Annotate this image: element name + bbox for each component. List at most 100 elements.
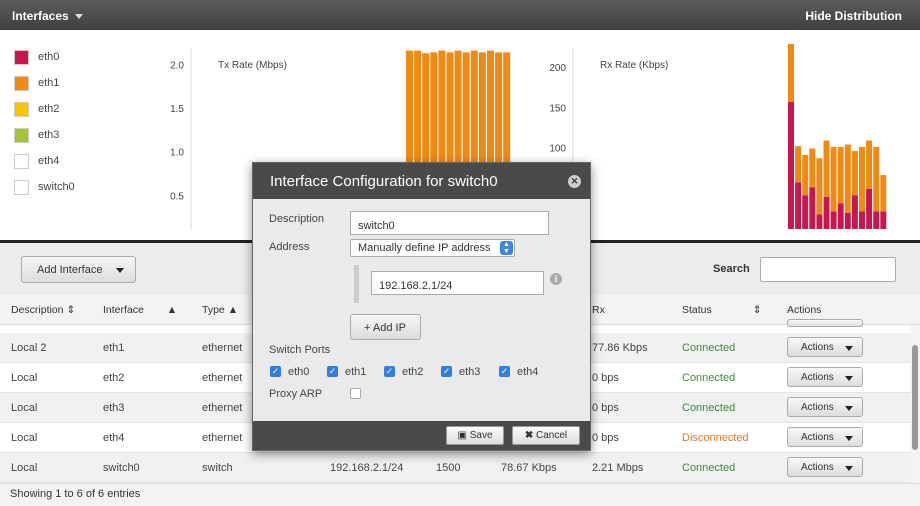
actions-button[interactable]: Actions <box>787 367 863 387</box>
cell-interface: eth4 <box>103 432 125 444</box>
ip-address-field[interactable] <box>371 271 544 295</box>
cell-description: Local <box>11 462 38 474</box>
bar-eth0 <box>830 211 837 229</box>
bar-eth1 <box>859 146 865 212</box>
actions-button[interactable] <box>787 319 863 327</box>
bar-eth1 <box>795 146 802 183</box>
col-type[interactable]: Type ▲ <box>202 304 238 316</box>
col-rx[interactable]: Rx <box>592 304 605 316</box>
actions-button[interactable]: Actions <box>787 457 863 477</box>
chevron-down-icon <box>845 436 853 441</box>
sort-asc-icon: ▲ <box>227 304 239 316</box>
add-ip-label: Add IP <box>372 322 406 334</box>
description-field[interactable] <box>350 211 549 235</box>
add-ip-button[interactable]: + Add IP <box>350 314 421 340</box>
y-tick-label: 1.0 <box>170 148 184 159</box>
proxy-arp-checkbox[interactable] <box>350 388 361 399</box>
bar-eth0 <box>809 187 816 229</box>
cell-rx: 2.21 Mbps <box>592 462 644 474</box>
add-interface-label: Add Interface <box>37 264 103 276</box>
cell-type: ethernet <box>202 432 243 444</box>
y-tick-label: 2.0 <box>170 60 184 71</box>
bar-eth1 <box>880 175 887 212</box>
col-description[interactable]: Description ⇕ <box>11 304 75 316</box>
col-type-label: Type <box>202 304 225 316</box>
cell-status: Connected <box>682 462 736 474</box>
actions-button[interactable]: Actions <box>787 337 863 357</box>
info-icon[interactable]: i <box>550 273 562 285</box>
actions-label: Actions <box>801 402 834 413</box>
bar-eth1 <box>823 140 830 197</box>
actions-label: Actions <box>801 432 834 443</box>
bar-eth1 <box>788 43 794 102</box>
y-tick-label: 200 <box>549 63 566 74</box>
search-label: Search <box>713 263 750 275</box>
col-rx-label: Rx <box>592 304 605 316</box>
save-button[interactable]: ▣ Save <box>446 426 504 445</box>
cell-description: Local <box>11 372 38 384</box>
hide-distribution-link[interactable]: Hide Distribution <box>805 9 902 23</box>
port-label: eth4 <box>517 366 539 378</box>
actions-label: Actions <box>801 342 834 353</box>
proxy-arp-label: Proxy ARP <box>269 388 323 400</box>
col-status-label: Status <box>682 304 712 316</box>
bar-eth0 <box>859 211 865 229</box>
chevron-down-icon <box>74 14 83 20</box>
cell-status: Connected <box>682 342 736 354</box>
bar-eth1 <box>809 148 816 188</box>
save-label: Save <box>469 430 493 441</box>
top-bar: Interfaces Hide Distribution <box>0 0 920 30</box>
cell-type: ethernet <box>202 342 243 354</box>
col-status[interactable]: Status ⇕ <box>682 304 762 316</box>
address-label: Address <box>269 241 310 253</box>
cell-interface: switch0 <box>103 462 140 474</box>
cell-tx: 78.67 Kbps <box>501 462 557 474</box>
interfaces-title: Interfaces <box>12 9 69 23</box>
cell-description: Local 2 <box>11 342 47 354</box>
port-checkbox-eth1[interactable]: ✓ <box>327 366 338 377</box>
actions-button[interactable]: Actions <box>787 397 863 417</box>
search-input[interactable] <box>760 257 896 282</box>
dialog-header: Interface Configuration for switch0 ✕ <box>253 163 590 199</box>
cell-mtu: 1500 <box>436 462 461 474</box>
col-interface-label: Interface <box>103 304 144 316</box>
bar-eth0 <box>866 188 873 229</box>
bar-eth0 <box>823 196 830 229</box>
port-checkbox-eth3[interactable]: ✓ <box>441 366 452 377</box>
port-checkbox-eth2[interactable]: ✓ <box>384 366 395 377</box>
y-tick-label: 150 <box>549 103 566 114</box>
col-interface[interactable]: Interface ▲ <box>103 304 177 316</box>
port-checkbox-eth0[interactable]: ✓ <box>270 366 281 377</box>
chevron-down-icon <box>116 268 124 273</box>
bar-eth1 <box>816 158 823 215</box>
actions-button[interactable]: Actions <box>787 427 863 447</box>
port-label: eth3 <box>459 366 481 378</box>
address-mode-value: Manually define IP address <box>358 242 491 254</box>
sort-icon: ⇕ <box>752 304 762 316</box>
add-interface-button[interactable]: Add Interface <box>21 256 136 283</box>
chevron-down-icon <box>845 346 853 351</box>
address-mode-select[interactable]: Manually define IP address ▲ ▼ <box>350 239 515 257</box>
cell-interface: eth1 <box>103 342 125 354</box>
chevron-down-icon <box>845 376 853 381</box>
cell-status: Connected <box>682 402 736 414</box>
bar-eth0 <box>880 211 887 229</box>
chevron-down-icon <box>845 466 853 471</box>
bar-eth0 <box>788 101 794 229</box>
scrollbar-thumb[interactable] <box>912 345 918 450</box>
col-actions-label: Actions <box>787 304 822 316</box>
interface-config-dialog: Interface Configuration for switch0 ✕ De… <box>252 162 591 451</box>
select-arrows-icon: ▲ ▼ <box>500 241 513 255</box>
interfaces-menu[interactable]: Interfaces <box>12 9 83 23</box>
description-label: Description <box>269 213 325 225</box>
table-row[interactable]: Local switch0 switch 192.168.2.1/24 1500… <box>0 453 910 483</box>
cancel-button[interactable]: ✖ Cancel <box>512 426 580 445</box>
cell-description: Local <box>11 432 38 444</box>
cell-type: switch <box>202 462 233 474</box>
port-label: eth2 <box>402 366 424 378</box>
close-icon[interactable]: ✕ <box>568 175 581 188</box>
actions-label: Actions <box>801 372 834 383</box>
cell-type: ethernet <box>202 402 243 414</box>
port-checkbox-eth4[interactable]: ✓ <box>499 366 510 377</box>
y-tick-label: 1.5 <box>170 104 184 115</box>
